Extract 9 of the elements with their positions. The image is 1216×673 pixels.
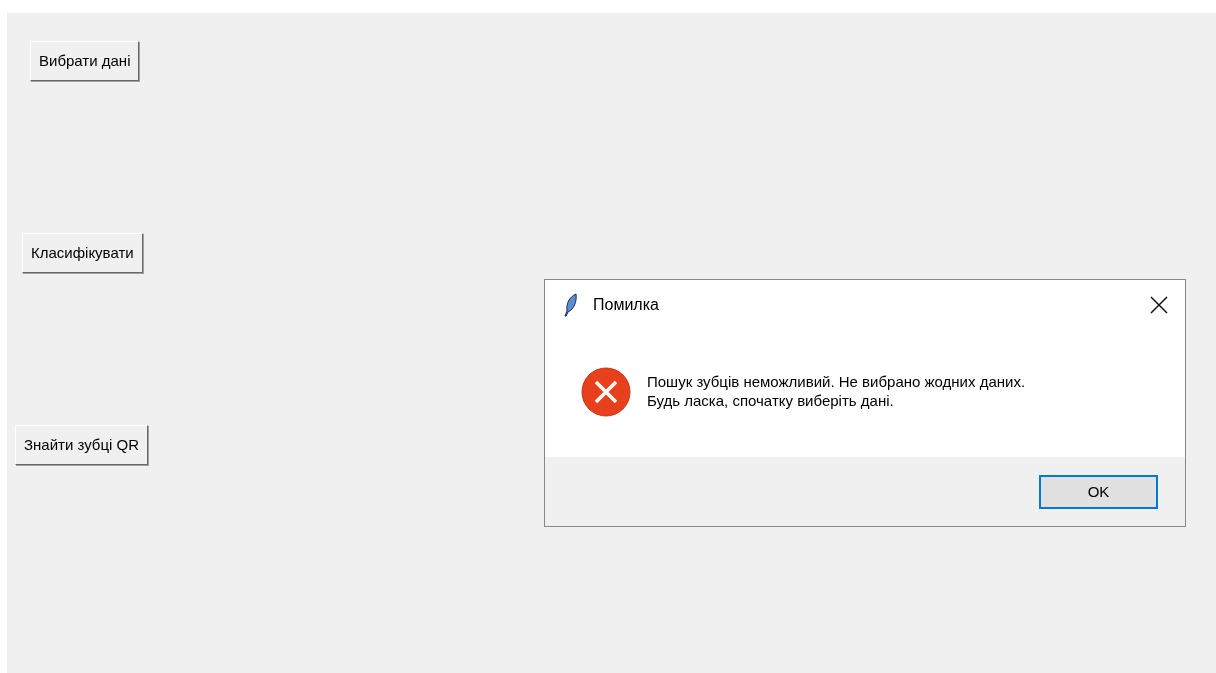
ok-button[interactable]: OK (1039, 475, 1158, 509)
action-button[interactable]: Вибрати дані (30, 41, 140, 81)
error-icon (581, 367, 631, 417)
dialog-title: Помилка (593, 294, 659, 315)
feather-icon (563, 292, 579, 317)
action-button[interactable]: Знайти зубці QR (15, 425, 149, 465)
error-message: Пошук зубців неможливий. Не вибрано жодних даних. Будь ласка, спочатку виберіть дані. (647, 372, 1026, 410)
action-button[interactable]: Класифікувати (22, 233, 143, 273)
close-icon (1150, 295, 1168, 314)
